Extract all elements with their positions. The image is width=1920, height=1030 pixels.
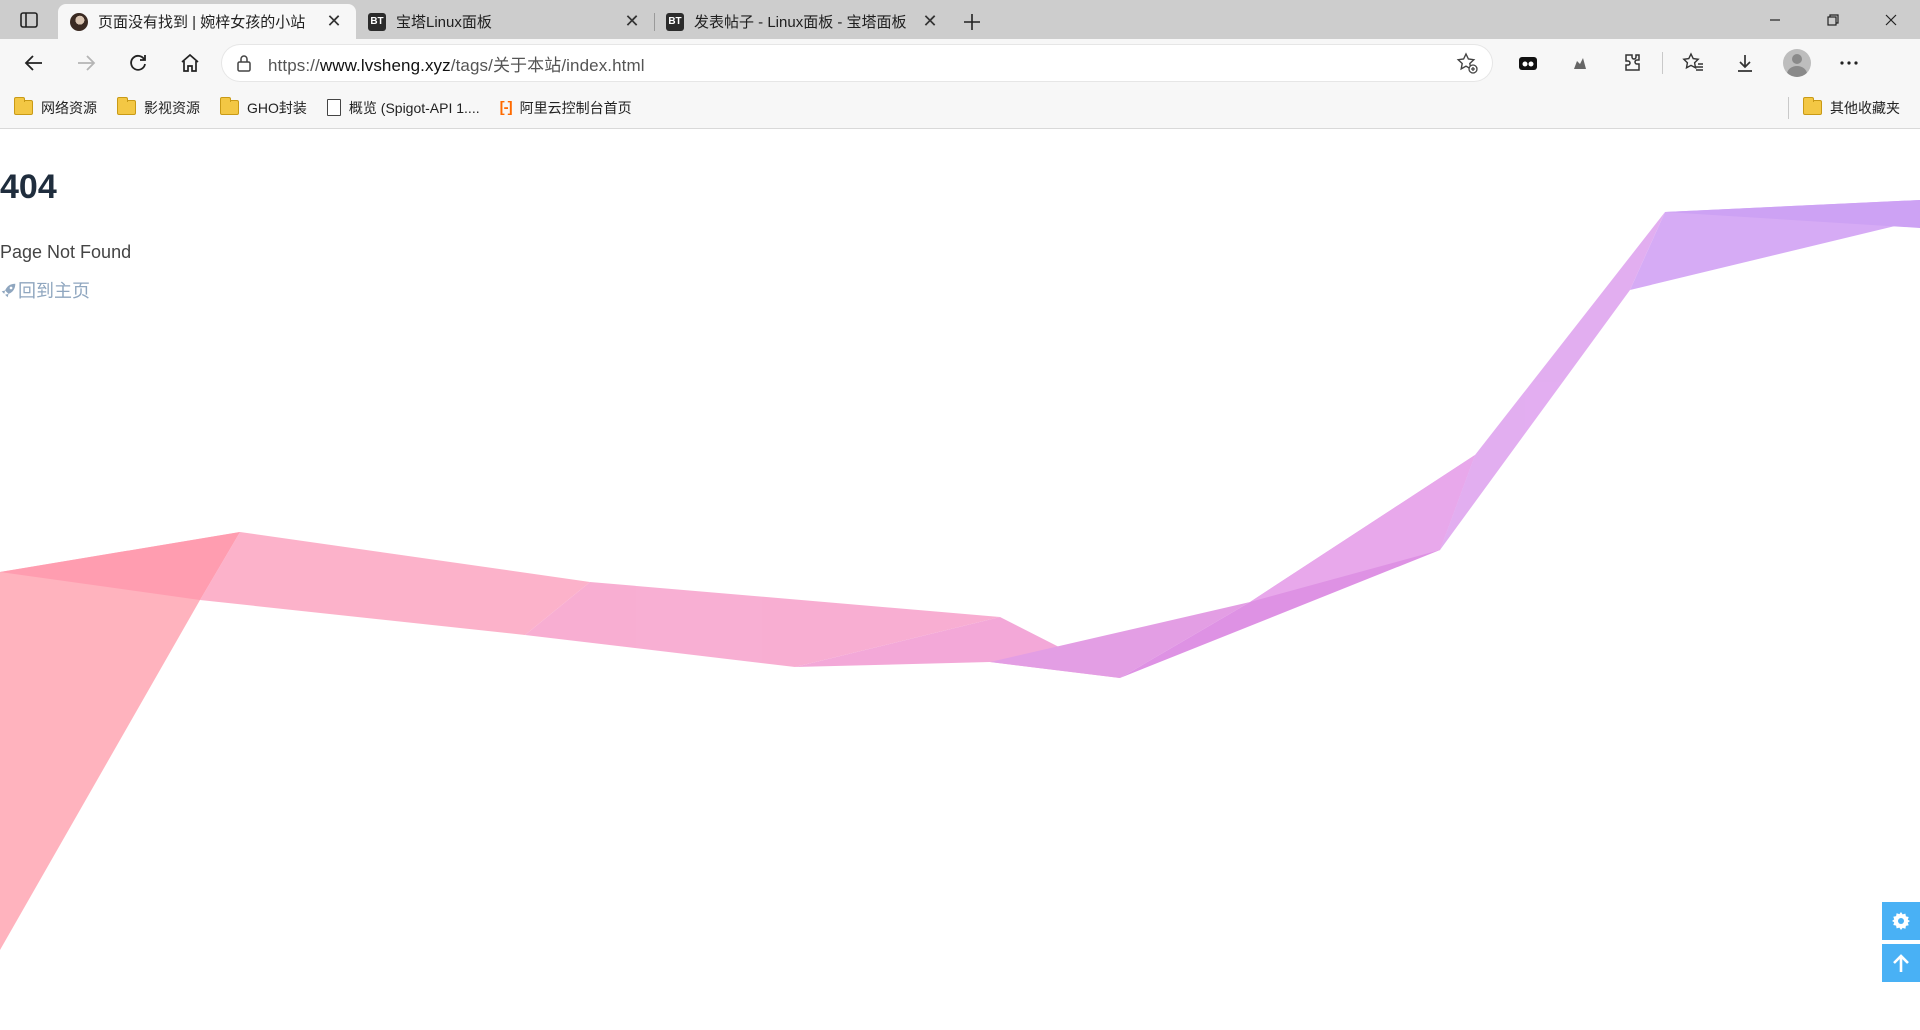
refresh-icon [130, 54, 146, 71]
plus-icon [964, 13, 980, 30]
ribbon-segment [200, 532, 590, 635]
minimize-icon [1770, 18, 1780, 21]
window-controls [1746, 0, 1920, 39]
bt-favicon-icon: BT [368, 12, 386, 31]
tab-title: 宝塔Linux面板 [396, 14, 492, 31]
extension-icon [1519, 57, 1537, 70]
ribbon-background [0, 200, 1920, 950]
profile-button[interactable] [1771, 43, 1823, 83]
bt-favicon-icon: BT [666, 12, 684, 31]
downloads-button[interactable] [1719, 43, 1771, 83]
folder-icon [14, 97, 33, 115]
gear-icon [1892, 912, 1910, 930]
back-button[interactable] [8, 43, 60, 83]
tab-404[interactable]: 页面没有找到 | 婉梓女孩的小站 ✕ [58, 4, 356, 39]
close-icon[interactable]: ✕ [622, 11, 642, 32]
refresh-button[interactable] [112, 43, 164, 83]
back-to-top-button[interactable] [1882, 944, 1920, 982]
bookmark-other-favorites[interactable]: 其他收藏夹 [1803, 93, 1900, 123]
tab-bar: 页面没有找到 | 婉梓女孩的小站 ✕ BT 宝塔Linux面板 ✕ BT 发表帖… [0, 0, 1920, 39]
folder-icon [1803, 97, 1822, 115]
toolbar-divider [1662, 52, 1663, 74]
floating-actions [1882, 902, 1920, 982]
extension-tab-button[interactable] [1502, 43, 1554, 83]
url-path: /tags/关于本站/index.html [450, 55, 645, 75]
download-icon [1738, 55, 1752, 72]
arrow-right-icon [78, 55, 96, 71]
tab-actions-icon [20, 11, 38, 28]
puzzle-icon [1625, 54, 1640, 71]
aliyun-icon: [-] [499, 99, 513, 116]
home-icon [181, 53, 199, 72]
home-button[interactable] [164, 43, 216, 83]
url-scheme: https:// [268, 55, 320, 75]
close-window-button[interactable] [1862, 0, 1920, 39]
bookmark-label: 概览 (Spigot-API 1.... [348, 99, 480, 116]
page-viewport: 404 Page Not Found 回到主页 [0, 130, 1920, 1030]
folder-icon [220, 97, 239, 115]
close-icon[interactable]: ✕ [920, 11, 940, 32]
tab-actions-button[interactable] [0, 0, 58, 39]
navigation-toolbar: https://www.lvsheng.xyz/tags/关于本站/index.… [0, 39, 1920, 87]
new-tab-button[interactable] [952, 4, 992, 39]
settings-button[interactable] [1882, 902, 1920, 940]
lock-icon[interactable] [236, 54, 252, 72]
restore-button[interactable] [1804, 0, 1862, 39]
bookmark-video-resources[interactable]: 影视资源 [117, 93, 200, 123]
tab-bt-post[interactable]: BT 发表帖子 - Linux面板 - 宝塔面板 ✕ [654, 4, 952, 39]
url-host: www.lvsheng.xyz [319, 55, 451, 75]
puzzle-bird-icon [1574, 58, 1586, 69]
bookmark-spigot-api[interactable]: 概览 (Spigot-API 1.... [326, 93, 480, 123]
bookmarks-bar: 网络资源 影视资源 GHO封装 概览 (Spigot-API 1.... [-]… [0, 87, 1920, 129]
extension-bird-button[interactable] [1554, 43, 1606, 83]
back-home-label: 回到主页 [18, 281, 90, 301]
bookmark-network-resources[interactable]: 网络资源 [14, 93, 97, 123]
site-favicon-icon [70, 12, 88, 31]
bookmark-label: 影视资源 [144, 99, 200, 116]
bookmark-label: 阿里云控制台首页 [519, 99, 632, 116]
close-icon[interactable]: ✕ [324, 11, 344, 32]
favorites-button[interactable] [1667, 43, 1719, 83]
restore-icon [1827, 13, 1839, 26]
bookmark-label: 网络资源 [41, 99, 97, 116]
bookmark-label: GHO封装 [247, 99, 307, 116]
favorites-icon [1682, 52, 1703, 71]
forward-button[interactable] [60, 43, 112, 83]
rocket-icon [1, 283, 16, 297]
bookmarks-divider [1788, 96, 1789, 119]
address-bar[interactable]: https://www.lvsheng.xyz/tags/关于本站/index.… [222, 45, 1492, 81]
error-code: 404 [0, 168, 57, 206]
tab-title: 发表帖子 - Linux面板 - 宝塔面板 [694, 14, 907, 31]
back-home-link[interactable]: 回到主页 [0, 277, 131, 303]
close-icon [1885, 14, 1897, 25]
arrow-up-icon [1893, 954, 1909, 972]
tab-bt-panel[interactable]: BT 宝塔Linux面板 ✕ [356, 4, 654, 39]
bookmark-label: 其他收藏夹 [1830, 99, 1900, 116]
minimize-button[interactable] [1746, 0, 1804, 39]
bookmark-aliyun[interactable]: [-] 阿里云控制台首页 [500, 93, 632, 123]
page-icon [326, 99, 341, 116]
bookmark-gho[interactable]: GHO封装 [220, 93, 307, 123]
url-text[interactable]: https://www.lvsheng.xyz/tags/关于本站/index.… [252, 51, 1456, 76]
tab-title: 页面没有找到 | 婉梓女孩的小站 [98, 14, 306, 31]
ribbon-segment [1440, 212, 1665, 550]
error-content: 404 Page Not Found 回到主页 [0, 170, 131, 303]
menu-button[interactable] [1823, 43, 1875, 83]
other-bookmarks-area: 其他收藏夹 [1788, 93, 1920, 123]
extensions-button[interactable] [1606, 43, 1658, 83]
add-favorite-icon[interactable] [1456, 52, 1478, 74]
profile-avatar-icon [1783, 49, 1811, 77]
folder-icon [117, 97, 136, 115]
more-icon [1840, 61, 1858, 65]
error-message: Page Not Found [0, 242, 132, 262]
arrow-left-icon [24, 55, 42, 71]
